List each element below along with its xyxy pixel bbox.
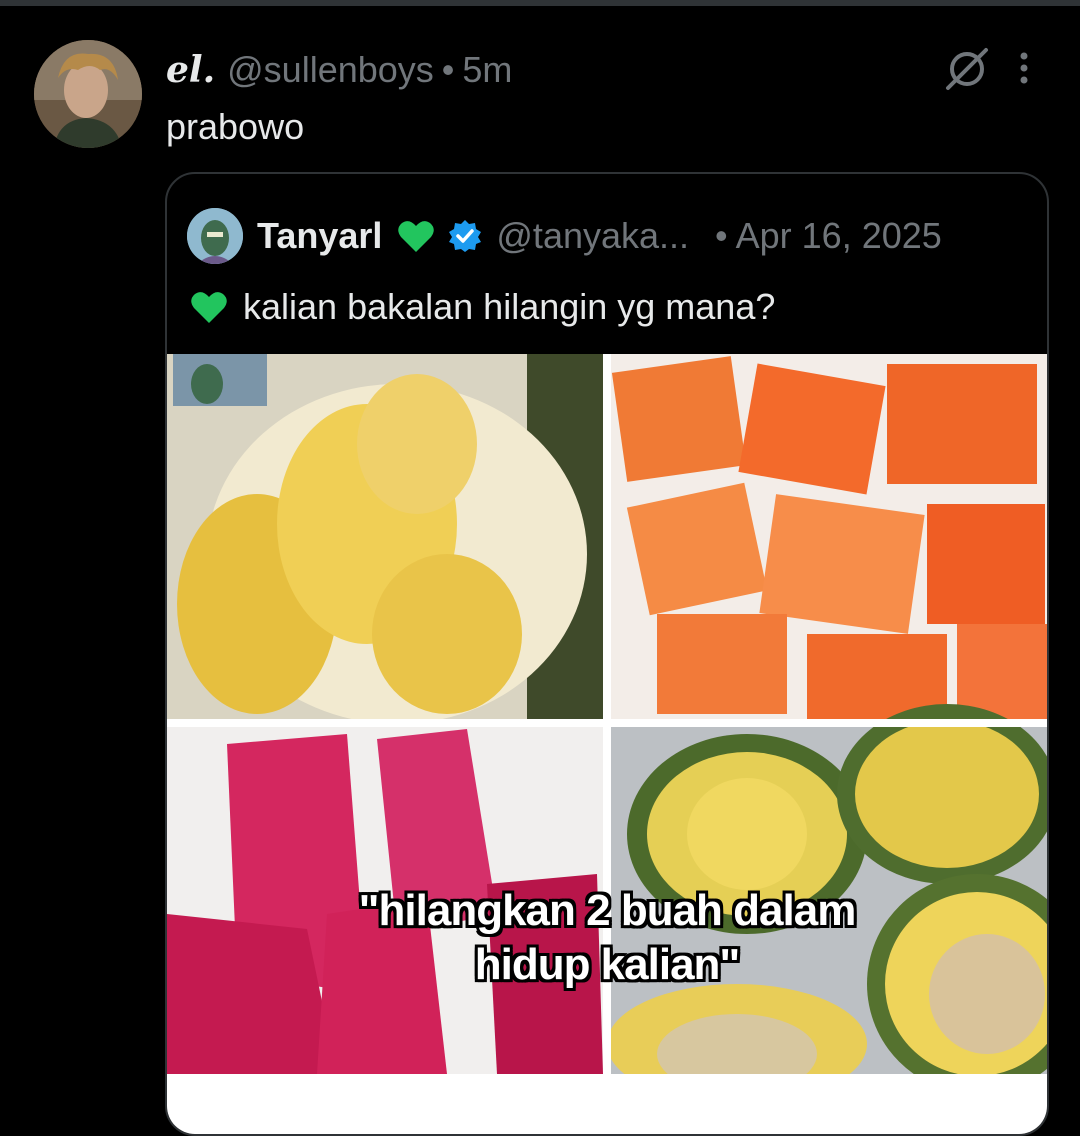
papaya-photo	[611, 354, 1047, 719]
display-name[interactable]: el.	[166, 49, 215, 91]
quoted-media-image[interactable]: "hilangkan 2 buah dalam hidup kalian"	[167, 354, 1047, 1134]
media-caption-line-2: hidup kalian"	[474, 940, 741, 989]
quoted-text-content: kalian bakalan hilangin yg mana?	[243, 286, 776, 327]
quoted-handle[interactable]: @tanyaka...	[496, 215, 689, 257]
post-header: el. @sullenboys • 5m	[166, 48, 512, 92]
quoted-post[interactable]: Tanyarl @tanyaka... • Apr 16, 2025 kalia…	[165, 172, 1049, 1136]
media-caption-line-1: "hilangkan 2 buah dalam	[358, 886, 857, 935]
more-icon[interactable]	[1012, 48, 1036, 88]
separator-dot: •	[441, 49, 455, 90]
grok-icon[interactable]	[942, 44, 992, 94]
verified-badge-icon[interactable]	[448, 219, 482, 253]
green-heart-icon	[396, 216, 436, 256]
durian-photo	[167, 354, 603, 724]
quoted-text: kalian bakalan hilangin yg mana?	[189, 282, 775, 332]
user-handle[interactable]: @sullenboys	[227, 49, 434, 91]
separator-dot: •	[715, 215, 728, 256]
avatar[interactable]	[34, 40, 142, 148]
post-time[interactable]: 5m	[462, 49, 512, 91]
quoted-avatar[interactable]	[187, 208, 243, 264]
quoted-header: Tanyarl @tanyaka... • Apr 16, 2025	[257, 210, 1027, 262]
media-caption: "hilangkan 2 buah dalam hidup kalian"	[167, 884, 1047, 992]
quoted-date[interactable]: Apr 16, 2025	[736, 215, 942, 257]
top-divider	[0, 0, 1080, 6]
quoted-display-name[interactable]: Tanyarl	[257, 215, 382, 257]
green-heart-icon	[189, 287, 229, 327]
post-text: prabowo	[166, 106, 305, 147]
